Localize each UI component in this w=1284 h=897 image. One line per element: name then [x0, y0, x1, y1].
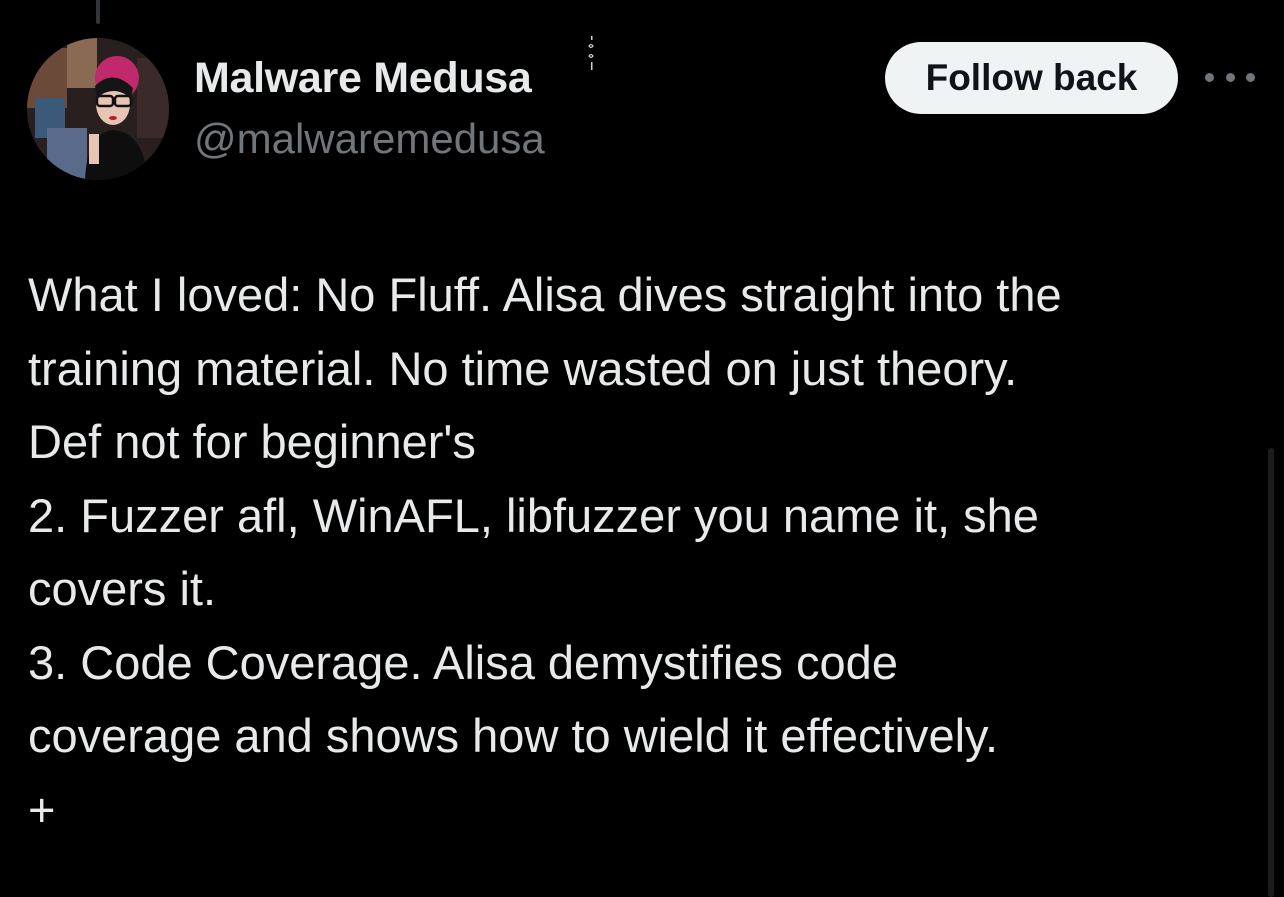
author-handle[interactable]: @malwaremedusa — [194, 115, 545, 163]
avatar[interactable] — [27, 38, 169, 180]
more-horizontal-icon-dot — [1225, 72, 1235, 82]
more-horizontal-icon-dot — [1246, 72, 1255, 82]
more-options-button[interactable] — [1205, 60, 1255, 94]
tweet-text-line: training material. No time wasted on jus… — [28, 341, 1018, 395]
thread-connector-line — [96, 0, 100, 24]
tweet-text-line: coverage and shows how to wield it effec… — [28, 709, 999, 762]
tweet-text-line: covers it. — [28, 562, 217, 615]
tweet-text-line: Def not for beginner's — [28, 415, 476, 468]
tweet-text-line: What I loved: No Fluff. Alisa dives stra… — [28, 268, 1062, 321]
scrollbar[interactable] — [1268, 448, 1274, 897]
more-horizontal-icon — [1205, 72, 1214, 82]
author-display-name[interactable]: Malware Medusa — [194, 54, 532, 103]
tweet-text: What I loved: No Fluff. Alisa dives stra… — [28, 258, 1268, 846]
follow-back-button[interactable]: Follow back — [885, 42, 1178, 114]
tweet-text-line: 3. Code Coverage. Alisa demystifies code — [28, 635, 898, 689]
tweet-text-line: + — [28, 782, 56, 836]
tweet-text-line: 2. Fuzzer afl, WinAFL, libfuzzer you nam… — [28, 488, 1039, 542]
avatar-photo-icon — [27, 38, 169, 180]
affiliate-badge-icon — [588, 36, 594, 70]
